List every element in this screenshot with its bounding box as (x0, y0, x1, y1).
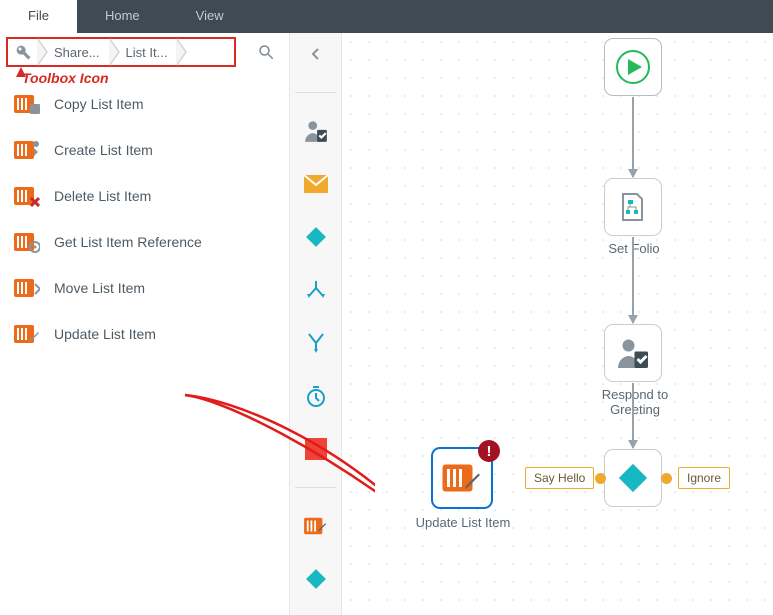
menu-file[interactable]: File (0, 0, 77, 33)
node-label: Update List Item (411, 515, 515, 530)
arrowhead-icon (628, 440, 638, 449)
rail-timer[interactable] (300, 381, 332, 411)
error-badge: ! (478, 440, 500, 462)
list-icon (303, 515, 329, 537)
list-update-icon (14, 322, 40, 346)
toolbox-panel: Share... List It... Copy List Item Creat… (0, 33, 290, 615)
rail-split[interactable] (300, 275, 332, 305)
list-update-icon (442, 460, 482, 496)
user-clipboard-icon (303, 118, 329, 144)
toolbox-create-list-item[interactable]: Create List Item (0, 131, 289, 169)
decision-node[interactable] (604, 449, 662, 507)
rail-collapse[interactable] (300, 39, 332, 69)
connector (632, 237, 634, 323)
list-delete-icon (14, 184, 40, 208)
document-flow-icon (616, 190, 650, 224)
rail-merge[interactable] (300, 328, 332, 358)
start-node[interactable] (604, 38, 662, 96)
divider (295, 487, 336, 488)
divider (295, 92, 336, 93)
rail-list[interactable] (300, 511, 332, 541)
list-ref-icon (14, 230, 40, 254)
diamond-icon (615, 460, 651, 496)
toolbox-item-label: Update List Item (54, 326, 156, 342)
mail-icon (304, 175, 328, 193)
toolbox-icon-crumb[interactable] (8, 39, 38, 65)
connector (632, 383, 634, 448)
toolbox-copy-list-item[interactable]: Copy List Item (0, 85, 289, 123)
rail-mail[interactable] (300, 169, 332, 199)
breadcrumb: Share... List It... (6, 37, 236, 67)
category-rail (290, 33, 342, 615)
set-folio-node[interactable] (604, 178, 662, 236)
diamond-icon (303, 224, 329, 250)
toolbox-item-label: Get List Item Reference (54, 234, 202, 250)
toolbox-get-list-item-ref[interactable]: Get List Item Reference (0, 223, 289, 261)
breadcrumb-listit[interactable]: List It... (110, 39, 178, 65)
arrowhead-icon (628, 315, 638, 324)
search-button[interactable] (249, 37, 283, 67)
timer-icon (304, 384, 328, 408)
annotation-label: Toolbox Icon (22, 70, 109, 86)
list-copy-icon (14, 92, 40, 116)
rail-decision2[interactable] (300, 564, 332, 594)
split-icon (304, 278, 328, 302)
menu-home[interactable]: Home (77, 0, 168, 33)
toolbox-list: Copy List Item Create List Item Delete L… (0, 71, 289, 367)
toolbox-item-label: Move List Item (54, 280, 145, 296)
branch-label-ignore[interactable]: Ignore (678, 467, 730, 489)
toolbox-update-list-item[interactable]: Update List Item (0, 315, 289, 353)
list-create-icon (14, 138, 40, 162)
rail-clienttask[interactable] (300, 116, 332, 146)
toolbox-item-label: Copy List Item (54, 96, 143, 112)
toolbox-move-list-item[interactable]: Move List Item (0, 269, 289, 307)
breadcrumb-share[interactable]: Share... (38, 39, 110, 65)
diamond-icon (303, 566, 329, 592)
rail-decision[interactable] (300, 222, 332, 252)
wrench-icon (14, 43, 32, 61)
menu-view[interactable]: View (168, 0, 252, 33)
list-move-icon (14, 276, 40, 300)
user-clipboard-icon (615, 335, 651, 371)
chevron-left-icon (309, 47, 323, 61)
respond-greeting-node[interactable] (604, 324, 662, 382)
arrowhead-icon (628, 169, 638, 178)
output-port-left[interactable] (595, 473, 606, 484)
stop-icon (305, 438, 327, 460)
workflow-canvas[interactable]: Set Folio Respond to Greeting Say Hello … (342, 33, 773, 615)
rail-stop[interactable] (300, 434, 332, 464)
output-port-right[interactable] (661, 473, 672, 484)
connector (632, 97, 634, 177)
menu-bar: File Home View (0, 0, 773, 33)
search-icon (257, 43, 275, 61)
merge-icon (304, 331, 328, 355)
toolbox-delete-list-item[interactable]: Delete List Item (0, 177, 289, 215)
toolbox-item-label: Create List Item (54, 142, 153, 158)
branch-label-sayhello[interactable]: Say Hello (525, 467, 594, 489)
toolbox-item-label: Delete List Item (54, 188, 151, 204)
play-icon (616, 50, 650, 84)
node-label: Set Folio (592, 241, 676, 256)
node-label: Respond to Greeting (589, 387, 681, 417)
